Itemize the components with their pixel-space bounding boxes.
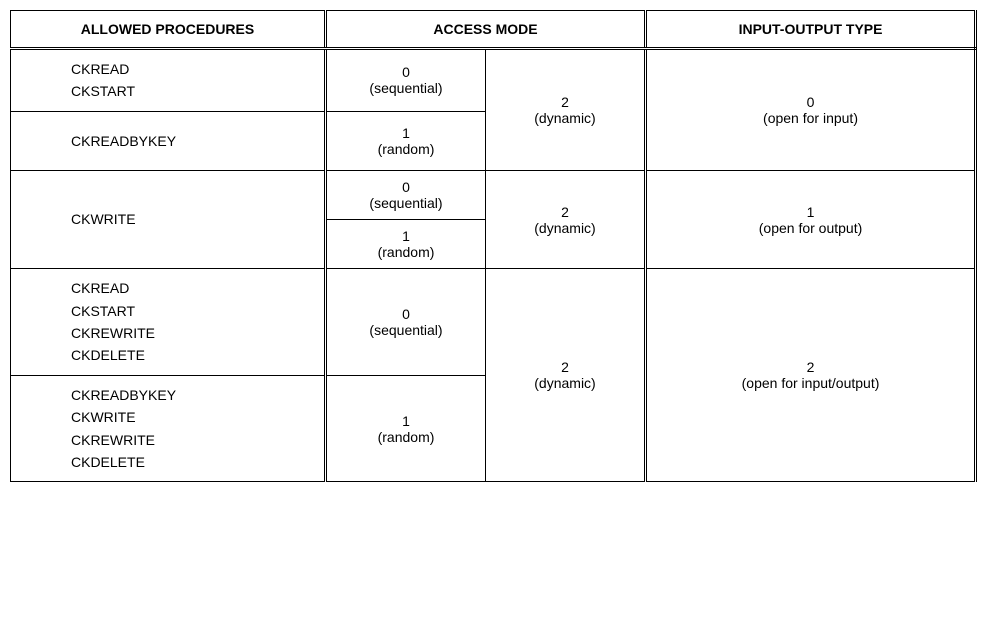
io-type-cell: 2 (open for input/output)	[646, 269, 976, 482]
access-dynamic: 2 (dynamic)	[486, 171, 646, 269]
access-num: 1	[337, 125, 475, 141]
header-io-type: INPUT-OUTPUT TYPE	[646, 11, 976, 49]
access-num: 0	[337, 179, 475, 195]
access-label: (sequential)	[337, 322, 475, 338]
io-num: 2	[657, 359, 964, 375]
access-label: (random)	[337, 141, 475, 157]
access-num: 2	[496, 359, 634, 375]
access-random: 1 (random)	[326, 111, 486, 170]
access-num: 2	[496, 204, 634, 220]
table-row: CKREAD CKSTART 0 (sequential) 2 (dynamic…	[11, 49, 976, 112]
access-label: (dynamic)	[496, 110, 634, 126]
access-label: (dynamic)	[496, 375, 634, 391]
access-num: 1	[337, 413, 475, 429]
procedure-cell: CKREADBYKEY CKWRITE CKREWRITE CKDELETE	[11, 375, 326, 482]
access-label: (sequential)	[337, 195, 475, 211]
access-num: 1	[337, 228, 475, 244]
access-num: 2	[496, 94, 634, 110]
access-dynamic: 2 (dynamic)	[486, 49, 646, 171]
io-label: (open for input)	[657, 110, 964, 126]
access-dynamic: 2 (dynamic)	[486, 269, 646, 482]
header-procedures: ALLOWED PROCEDURES	[11, 11, 326, 49]
header-access-mode: ACCESS MODE	[326, 11, 646, 49]
access-label: (dynamic)	[496, 220, 634, 236]
proc-name: CKSTART	[71, 300, 314, 322]
io-label: (open for input/output)	[657, 375, 964, 391]
access-num: 0	[337, 306, 475, 322]
access-label: (sequential)	[337, 80, 475, 96]
proc-name: CKREAD	[71, 58, 314, 80]
io-num: 0	[657, 94, 964, 110]
access-random: 1 (random)	[326, 375, 486, 482]
proc-name: CKWRITE	[71, 406, 314, 428]
procedure-cell: CKWRITE	[11, 171, 326, 269]
table-row: CKREAD CKSTART CKREWRITE CKDELETE 0 (seq…	[11, 269, 976, 376]
access-sequential: 0 (sequential)	[326, 171, 486, 220]
proc-name: CKREADBYKEY	[71, 384, 314, 406]
procedure-cell: CKREAD CKSTART CKREWRITE CKDELETE	[11, 269, 326, 376]
proc-name: CKREADBYKEY	[71, 130, 314, 152]
header-row: ALLOWED PROCEDURES ACCESS MODE INPUT-OUT…	[11, 11, 976, 49]
io-type-cell: 1 (open for output)	[646, 171, 976, 269]
proc-name: CKDELETE	[71, 344, 314, 366]
proc-name: CKDELETE	[71, 451, 314, 473]
io-num: 1	[657, 204, 964, 220]
io-type-cell: 0 (open for input)	[646, 49, 976, 171]
proc-name: CKREWRITE	[71, 322, 314, 344]
access-num: 0	[337, 64, 475, 80]
proc-name: CKREWRITE	[71, 429, 314, 451]
procedure-cell: CKREADBYKEY	[11, 111, 326, 170]
access-label: (random)	[337, 429, 475, 445]
proc-name: CKWRITE	[71, 208, 314, 230]
proc-name: CKSTART	[71, 80, 314, 102]
procedures-table: ALLOWED PROCEDURES ACCESS MODE INPUT-OUT…	[10, 10, 977, 482]
proc-name: CKREAD	[71, 277, 314, 299]
access-label: (random)	[337, 244, 475, 260]
io-label: (open for output)	[657, 220, 964, 236]
access-sequential: 0 (sequential)	[326, 269, 486, 376]
procedure-cell: CKREAD CKSTART	[11, 49, 326, 112]
table-row: CKWRITE 0 (sequential) 2 (dynamic) 1 (op…	[11, 171, 976, 220]
access-random: 1 (random)	[326, 220, 486, 269]
access-sequential: 0 (sequential)	[326, 49, 486, 112]
